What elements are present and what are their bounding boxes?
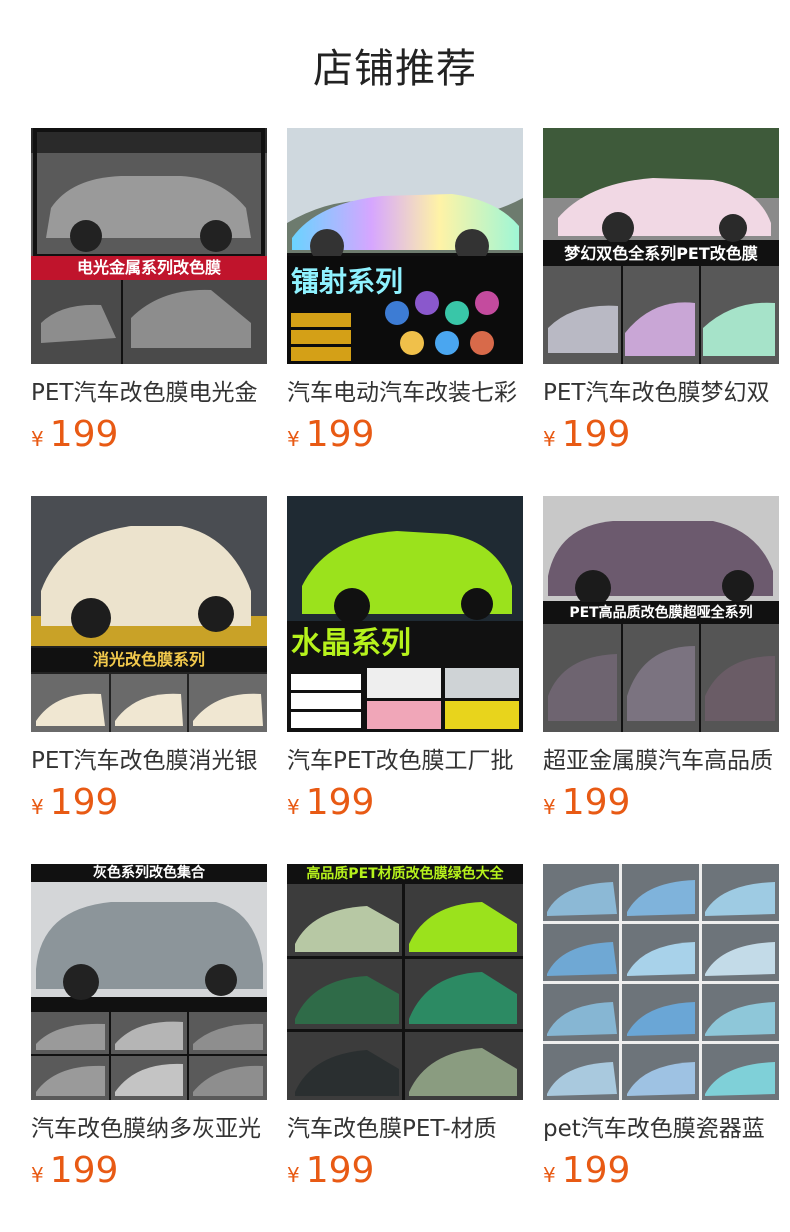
price-value: 199 — [305, 782, 375, 823]
currency-symbol: ¥ — [543, 1163, 556, 1187]
price: ¥199 — [287, 782, 523, 823]
price-value: 199 — [305, 1150, 375, 1191]
product-name[interactable]: PET汽车改色膜消光银 — [31, 746, 267, 776]
product-name[interactable]: PET汽车改色膜梦幻双 — [543, 378, 779, 408]
product-card[interactable]: 梦幻双色全系列PET改色膜 PET汽车改色膜梦幻双 ¥199 — [543, 128, 779, 455]
blue-cars-collage-photo — [543, 864, 779, 1100]
price-value: 199 — [49, 782, 119, 823]
product-image[interactable]: PET高品质改色膜超哑全系列 — [543, 496, 779, 732]
product-grid: 电光金属系列改色膜 PET汽车改色膜电光金 ¥199 镭射系列 汽车电动汽车改装… — [0, 0, 790, 1232]
price: ¥199 — [31, 782, 267, 823]
price-value: 199 — [49, 1150, 119, 1191]
product-name[interactable]: 汽车改色膜纳多灰亚光 — [31, 1114, 267, 1144]
product-image[interactable]: 灰色系列改色集合 — [31, 864, 267, 1100]
currency-symbol: ¥ — [543, 427, 556, 451]
currency-symbol: ¥ — [31, 795, 44, 819]
price: ¥199 — [31, 1150, 267, 1191]
product-image[interactable]: 电光金属系列改色膜 — [31, 128, 267, 364]
product-banner: 消光改色膜系列 — [31, 648, 267, 672]
currency-symbol: ¥ — [287, 795, 300, 819]
matte-white-tesla-photo — [31, 496, 267, 732]
product-banner: 镭射系列 — [291, 265, 404, 298]
product-name[interactable]: 汽车改色膜PET-材质 — [287, 1114, 523, 1144]
product-card[interactable]: PET高品质改色膜超哑全系列 超亚金属膜汽车高品质 ¥199 — [543, 496, 779, 823]
product-card[interactable]: 灰色系列改色集合 汽车改色膜纳多灰亚光 ¥199 — [31, 864, 267, 1191]
product-banner: 梦幻双色全系列PET改色膜 — [543, 242, 779, 266]
bmw-gray-car-photo — [31, 128, 267, 364]
price-value: 199 — [561, 782, 631, 823]
lime-green-tesla-photo — [287, 496, 523, 732]
price: ¥199 — [31, 414, 267, 455]
product-name[interactable]: 汽车电动汽车改装七彩 — [287, 378, 523, 408]
currency-symbol: ¥ — [287, 427, 300, 451]
product-name[interactable]: PET汽车改色膜电光金 — [31, 378, 267, 408]
product-image[interactable]: 高品质PET材质改色膜绿色大全 — [287, 864, 523, 1100]
price: ¥199 — [287, 1150, 523, 1191]
price: ¥199 — [543, 414, 779, 455]
currency-symbol: ¥ — [543, 795, 556, 819]
price: ¥199 — [287, 414, 523, 455]
currency-symbol: ¥ — [31, 1163, 44, 1187]
price: ¥199 — [543, 782, 779, 823]
product-image[interactable] — [543, 864, 779, 1100]
product-card[interactable]: pet汽车改色膜瓷器蓝 ¥199 — [543, 864, 779, 1191]
product-banner: 水晶系列 — [291, 626, 411, 661]
price: ¥199 — [543, 1150, 779, 1191]
gray-suv-collage-photo — [31, 864, 267, 1100]
product-image[interactable]: 消光改色膜系列 — [31, 496, 267, 732]
currency-symbol: ¥ — [31, 427, 44, 451]
product-name[interactable]: pet汽车改色膜瓷器蓝 — [543, 1114, 779, 1144]
product-image[interactable]: 镭射系列 — [287, 128, 523, 364]
holographic-car-photo — [287, 128, 523, 364]
product-banner: 电光金属系列改色膜 — [31, 256, 267, 280]
product-card[interactable]: 镭射系列 汽车电动汽车改装七彩 ¥199 — [287, 128, 523, 455]
price-value: 199 — [49, 414, 119, 455]
product-name[interactable]: 超亚金属膜汽车高品质 — [543, 746, 779, 776]
product-card[interactable]: 水晶系列 汽车PET改色膜工厂批 ¥199 — [287, 496, 523, 823]
product-image[interactable]: 梦幻双色全系列PET改色膜 — [543, 128, 779, 364]
product-card[interactable]: 电光金属系列改色膜 PET汽车改色膜电光金 ¥199 — [31, 128, 267, 455]
product-image[interactable]: 水晶系列 — [287, 496, 523, 732]
currency-symbol: ¥ — [287, 1163, 300, 1187]
price-value: 199 — [561, 1150, 631, 1191]
product-card[interactable]: 消光改色膜系列 PET汽车改色膜消光银 ¥199 — [31, 496, 267, 823]
product-card[interactable]: 高品质PET材质改色膜绿色大全 汽车改色膜PET-材质 ¥199 — [287, 864, 523, 1191]
price-value: 199 — [561, 414, 631, 455]
product-banner: 灰色系列改色集合 — [31, 864, 267, 882]
green-cars-collage-photo — [287, 864, 523, 1100]
price-value: 199 — [305, 414, 375, 455]
product-name[interactable]: 汽车PET改色膜工厂批 — [287, 746, 523, 776]
product-banner: 高品质PET材质改色膜绿色大全 — [287, 864, 523, 884]
product-banner: PET高品质改色膜超哑全系列 — [543, 602, 779, 624]
